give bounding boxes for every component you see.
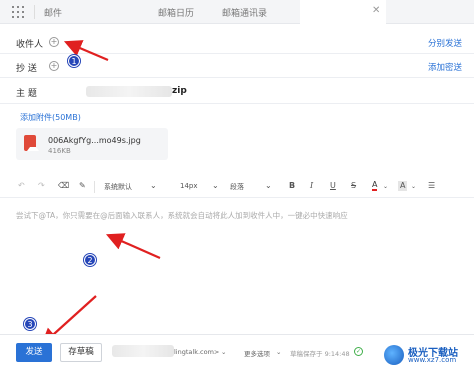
save-draft-button[interactable]: 存草稿 [60,343,102,362]
more-options-button[interactable]: 更多选项 [244,348,270,358]
sender-redacted [112,345,174,357]
send-button[interactable]: 发送 [16,343,52,362]
check-icon: ✓ [354,347,363,356]
site-watermark: 极光下载站 www.xz7.com [384,343,468,367]
chevron-down-icon: ⌄ [276,348,282,356]
watermark-url: www.xz7.com [408,356,457,364]
step-badge-2: 2 [84,254,96,266]
step-badge-3: 3 [24,318,36,330]
watermark-logo-icon [384,345,404,365]
chevron-down-icon: ⌄ [221,348,227,356]
autosave-status: 草稿保存于 9:14:48 [290,350,350,358]
step-badge-1: 1 [68,55,80,67]
arrow-to-body [105,233,161,260]
sender-select[interactable]: lingtalk.com> [174,348,219,356]
